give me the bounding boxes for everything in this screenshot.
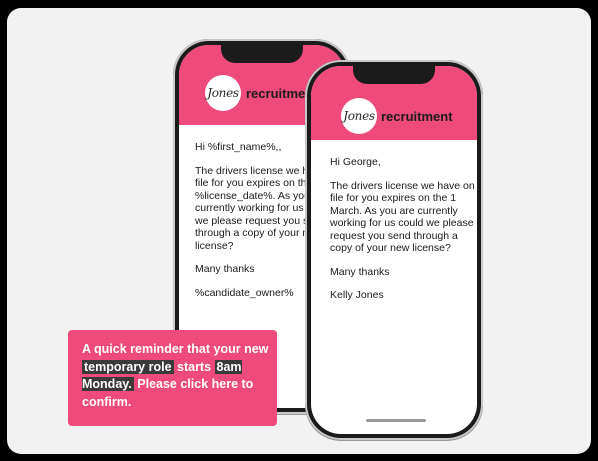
- front-phone-closing: Many thanks: [330, 265, 390, 278]
- front-phone-greeting: Hi George,: [330, 156, 381, 168]
- front-phone: Jones recruitment Hi George, The drivers…: [305, 60, 483, 440]
- logo-script-text: Jones: [207, 86, 239, 100]
- front-phone-message: Hi George, The drivers license we have o…: [330, 156, 476, 313]
- reminder-callout[interactable]: A quick reminder that your new temporary…: [68, 330, 277, 426]
- reminder-text-part2: starts: [173, 359, 215, 374]
- front-phone-notch: [353, 64, 435, 84]
- front-phone-brand-name: recruitment: [381, 109, 453, 124]
- front-phone-logo: Jones: [341, 98, 377, 134]
- front-phone-body: The drivers license we have on file for …: [330, 179, 475, 255]
- back-phone-notch: [221, 43, 303, 63]
- back-phone-logo: Jones: [205, 75, 241, 111]
- reminder-text: A quick reminder that your new temporary…: [82, 341, 272, 411]
- highlight-temporary-role: temporary role: [82, 359, 174, 374]
- front-phone-screen: Jones recruitment Hi George, The drivers…: [311, 66, 477, 434]
- logo-script-text: Jones: [343, 109, 375, 123]
- reminder-text-part1: A quick reminder that your new: [82, 342, 269, 356]
- home-indicator: [366, 419, 426, 422]
- front-phone-signature: Kelly Jones: [330, 289, 384, 301]
